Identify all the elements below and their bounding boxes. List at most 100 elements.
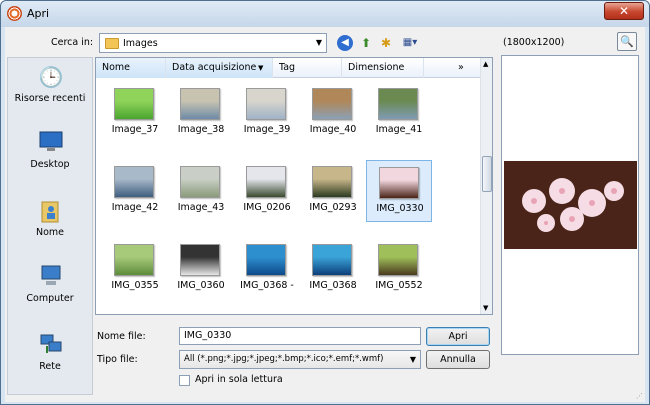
folder-icon [105, 38, 119, 49]
file-name: Image_41 [375, 124, 423, 135]
resize-grip-icon[interactable]: ⋰ [636, 392, 643, 400]
column-size[interactable]: Dimensione [342, 58, 424, 78]
file-name: IMG_0368 - [240, 280, 294, 291]
file-thumbnail [114, 166, 154, 198]
preview-image [504, 161, 637, 249]
file-item[interactable]: Image_38 [168, 82, 234, 144]
chevron-down-icon[interactable]: ▼ [316, 38, 322, 47]
file-name: IMG_0368 [309, 280, 357, 291]
preview-pane [501, 55, 639, 355]
computer-icon [38, 264, 64, 290]
file-name: Image_37 [111, 124, 159, 135]
file-item[interactable]: Image_41 [366, 82, 432, 144]
up-folder-icon[interactable]: ⬆ [357, 34, 375, 52]
file-name: Image_42 [111, 202, 159, 213]
file-item[interactable]: IMG_0368 - [234, 238, 300, 300]
filename-label: Nome file: [97, 331, 146, 342]
file-thumbnail [180, 88, 220, 120]
file-thumbnail [180, 244, 220, 276]
chevron-down-icon[interactable]: ▼ [258, 58, 263, 78]
scrollbar-thumb[interactable] [482, 156, 492, 192]
place-recent[interactable]: 🕒 Risorse recenti [8, 60, 92, 124]
filename-input[interactable]: IMG_0330 [179, 327, 421, 345]
more-columns-button[interactable]: » [452, 58, 480, 78]
look-in-label: Cerca in: [51, 37, 94, 48]
readonly-checkbox[interactable] [179, 375, 190, 386]
place-label: Computer [26, 293, 74, 304]
file-item[interactable]: Image_40 [300, 82, 366, 144]
column-date[interactable]: Data acquisizione ▼ [166, 58, 273, 78]
title-bar: Apri ✕ [1, 1, 649, 27]
file-name: IMG_0355 [111, 280, 159, 291]
chevron-down-icon[interactable]: ▼ [410, 351, 416, 368]
column-headers: Nome Data acquisizione ▼ Tag Dimensione … [96, 58, 480, 78]
cancel-button[interactable]: Annulla [426, 350, 490, 369]
network-icon [38, 332, 64, 358]
place-label: Nome [35, 227, 65, 238]
app-icon [7, 6, 22, 21]
dialog-body: Cerca in: Images ▼ ◀ ⬆ ✱ ▦▾ (1800x1200) … [5, 27, 645, 402]
readonly-label: Apri in sola lettura [195, 374, 283, 385]
file-name: IMG_0552 [375, 280, 423, 291]
file-item[interactable]: Image_43 [168, 160, 234, 222]
open-dialog-window: Apri ✕ Cerca in: Images ▼ ◀ ⬆ ✱ ▦▾ (1800… [0, 0, 650, 405]
back-arrow-icon[interactable]: ◀ [337, 35, 353, 51]
file-thumbnail [312, 88, 352, 120]
filetype-select[interactable]: All (*.png;*.jpg;*.jpeg;*.bmp;*.ico;*.em… [179, 350, 421, 369]
file-item[interactable]: Image_42 [102, 160, 168, 222]
filetype-label: Tipo file: [97, 354, 138, 365]
file-thumbnail [312, 244, 352, 276]
file-name: IMG_0293 [309, 202, 357, 213]
file-list[interactable]: Nome Data acquisizione ▼ Tag Dimensione … [95, 57, 493, 315]
file-thumbnail [180, 166, 220, 198]
preview-size-text: (1800x1200) [503, 37, 565, 48]
place-computer[interactable]: Computer [8, 260, 92, 324]
views-menu-icon[interactable]: ▦▾ [398, 34, 422, 52]
file-item[interactable]: IMG_0552 [366, 238, 432, 300]
file-thumbnail [246, 166, 286, 198]
file-name: IMG_0360 [177, 280, 225, 291]
file-item[interactable]: IMG_0360 [168, 238, 234, 300]
file-item[interactable]: IMG_0355 [102, 238, 168, 300]
file-item[interactable]: IMG_0368 [300, 238, 366, 300]
preview-toggle-button[interactable]: 🔍 [617, 32, 637, 51]
file-name: IMG_0330 [376, 203, 424, 214]
vertical-scrollbar[interactable]: ▲ ▼ [480, 58, 492, 314]
file-name: Image_40 [309, 124, 357, 135]
place-label: Risorse recenti [14, 93, 86, 104]
look-in-combo[interactable]: Images ▼ [99, 33, 327, 53]
new-folder-icon[interactable]: ✱ [377, 34, 395, 52]
file-thumbnail [246, 244, 286, 276]
file-item[interactable]: Image_37 [102, 82, 168, 144]
file-item[interactable]: IMG_0293 [300, 160, 366, 222]
file-item[interactable]: IMG_0206 [234, 160, 300, 222]
file-thumbnail [312, 166, 352, 198]
close-button[interactable]: ✕ [604, 2, 644, 20]
place-desktop[interactable]: Desktop [8, 126, 92, 190]
file-thumbnail [378, 244, 418, 276]
file-name: Image_38 [177, 124, 225, 135]
file-name: IMG_0206 [243, 202, 291, 213]
filetype-value: All (*.png;*.jpg;*.jpeg;*.bmp;*.ico;*.em… [184, 354, 384, 364]
place-network[interactable]: Rete [8, 328, 92, 392]
user-folder-icon [38, 198, 64, 224]
recent-places-icon: 🕒 [38, 65, 64, 89]
open-button[interactable]: Apri [426, 327, 490, 346]
places-bar: 🕒 Risorse recenti Desktop Nome Computer … [7, 57, 93, 395]
file-thumbnail [114, 244, 154, 276]
place-user[interactable]: Nome [8, 194, 92, 258]
column-tag[interactable]: Tag [273, 58, 342, 78]
look-in-value: Images [123, 38, 158, 49]
desktop-icon [38, 130, 64, 156]
file-thumbnail [379, 167, 419, 199]
file-thumbnail [378, 88, 418, 120]
file-item[interactable]: Image_39 [234, 82, 300, 144]
place-label: Rete [39, 361, 61, 372]
scroll-up-icon[interactable]: ▲ [483, 60, 488, 68]
column-name[interactable]: Nome [96, 58, 166, 78]
file-name: Image_39 [243, 124, 291, 135]
file-item[interactable]: IMG_0330 [366, 160, 432, 222]
window-title: Apri [27, 7, 50, 20]
scroll-down-icon[interactable]: ▼ [483, 304, 488, 312]
file-name: Image_43 [177, 202, 225, 213]
